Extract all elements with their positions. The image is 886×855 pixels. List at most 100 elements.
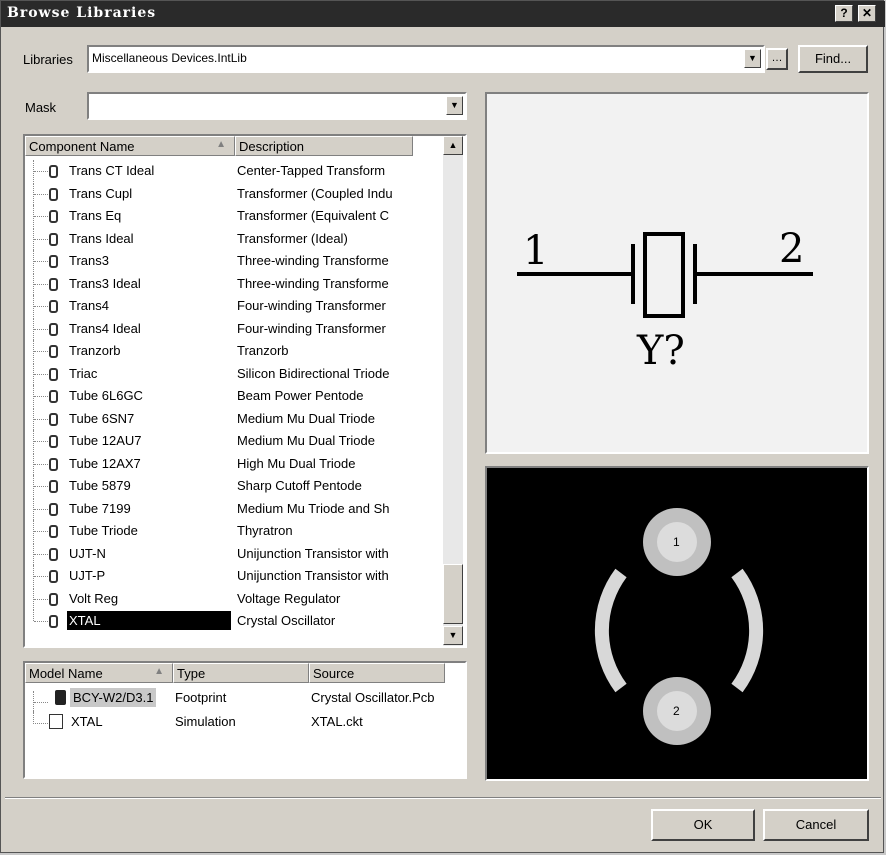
- chevron-down-icon[interactable]: ▼: [446, 96, 463, 115]
- component-name: Trans Ideal: [69, 230, 134, 246]
- component-icon: [49, 300, 58, 313]
- libraries-select[interactable]: Miscellaneous Devices.IntLib ▼: [87, 45, 765, 73]
- silkscreen-arc-left: [594, 568, 627, 693]
- scroll-down-button[interactable]: ▼: [443, 626, 463, 645]
- component-row[interactable]: Tube 5879 Sharp Cutoff Pentode: [25, 475, 445, 497]
- component-row[interactable]: XTAL Crystal Oscillator: [25, 610, 445, 632]
- component-icon: [49, 390, 58, 403]
- component-name: Trans Cupl: [69, 185, 133, 201]
- component-icon: [49, 480, 58, 493]
- column-header-type[interactable]: Type: [173, 663, 309, 683]
- component-icon: [49, 502, 58, 516]
- model-type: Footprint: [175, 690, 227, 705]
- footprint-graphic: 1 2: [594, 508, 764, 745]
- component-row[interactable]: Trans4 Ideal Four-winding Transformer: [25, 317, 445, 340]
- component-description: Transformer (Ideal): [237, 230, 348, 246]
- component-name: Tube 7199: [69, 500, 131, 516]
- component-icon: [49, 457, 58, 471]
- component-icon: [49, 345, 58, 358]
- component-row[interactable]: Trans3 Three-winding Transforme: [25, 250, 445, 272]
- silkscreen-arc-right: [731, 568, 764, 693]
- component-icon: [49, 525, 58, 538]
- component-row[interactable]: Tube Triode Thyratron: [25, 520, 445, 542]
- cancel-button[interactable]: Cancel: [763, 809, 869, 841]
- libraries-label: Libraries: [23, 52, 73, 67]
- crystal-symbol: 1 2 Y?: [517, 226, 813, 374]
- component-row[interactable]: Trans Cupl Transformer (Coupled Indu: [25, 182, 445, 205]
- component-description: Medium Mu Dual Triode: [237, 410, 375, 426]
- mask-input[interactable]: ▼: [87, 92, 467, 120]
- pad-1-number: 1: [673, 535, 680, 549]
- component-icon: [49, 547, 58, 561]
- component-row[interactable]: Trans3 Ideal Three-winding Transforme: [25, 272, 445, 295]
- column-header-description[interactable]: Description: [235, 136, 413, 156]
- component-list[interactable]: Component Name ▲ Description Trans CT Id…: [23, 134, 467, 648]
- model-source: Crystal Oscillator.Pcb: [311, 690, 435, 705]
- close-button[interactable]: ✕: [858, 5, 876, 22]
- component-row[interactable]: Tube 12AX7 High Mu Dual Triode: [25, 452, 445, 475]
- scroll-thumb[interactable]: [443, 564, 463, 624]
- component-description: Voltage Regulator: [237, 590, 341, 606]
- component-description: Three-winding Transforme: [237, 275, 389, 291]
- component-row[interactable]: UJT-N Unijunction Transistor with: [25, 542, 445, 565]
- component-description: Silicon Bidirectional Triode: [237, 365, 390, 381]
- component-name: Trans4 Ideal: [69, 320, 141, 336]
- component-row[interactable]: Tube 6L6GC Beam Power Pentode: [25, 385, 445, 407]
- model-row[interactable]: BCY-W2/D3.1 Footprint Crystal Oscillator…: [25, 687, 465, 713]
- schematic-preview: 1 2 Y?: [485, 92, 869, 454]
- component-name: Trans3 Ideal: [69, 275, 141, 291]
- ok-button[interactable]: OK: [651, 809, 755, 841]
- model-list[interactable]: Model Name ▲ Type Source BCY-W2/D3.1 Foo…: [23, 661, 467, 779]
- chevron-down-icon[interactable]: ▼: [744, 49, 761, 68]
- help-button[interactable]: ?: [835, 5, 853, 22]
- component-name: Tube Triode: [69, 523, 138, 538]
- component-name: UJT-P: [69, 568, 106, 583]
- component-icon: [49, 615, 58, 628]
- component-row[interactable]: Trans Eq Transformer (Equivalent C: [25, 205, 445, 227]
- component-rows: Trans CT Ideal Center-Tapped Transform Tra…: [25, 160, 445, 646]
- column-header-component-name[interactable]: Component Name ▲: [25, 136, 235, 156]
- crystal-body: [643, 232, 685, 318]
- separator: [5, 797, 881, 799]
- column-header-source[interactable]: Source: [309, 663, 445, 683]
- scroll-up-button[interactable]: ▲: [443, 136, 463, 155]
- component-row[interactable]: Tube 7199 Medium Mu Triode and Sh: [25, 497, 445, 520]
- component-row[interactable]: UJT-P Unijunction Transistor with: [25, 565, 445, 587]
- component-description: Sharp Cutoff Pentode: [237, 478, 362, 493]
- libraries-browse-button[interactable]: …: [766, 48, 788, 70]
- component-row[interactable]: Trans CT Ideal Center-Tapped Transform: [25, 160, 445, 182]
- model-source: XTAL.ckt: [311, 714, 363, 729]
- pad-2-number: 2: [673, 704, 680, 718]
- component-icon: [49, 277, 58, 291]
- component-row[interactable]: Tube 12AU7 Medium Mu Dual Triode: [25, 430, 445, 452]
- component-name: Trans Eq: [69, 208, 122, 223]
- simulation-icon: [49, 714, 63, 729]
- component-row[interactable]: Tranzorb Tranzorb: [25, 340, 445, 362]
- component-description: Beam Power Pentode: [237, 388, 364, 403]
- component-row[interactable]: Trans4 Four-winding Transformer: [25, 295, 445, 317]
- component-icon: [49, 322, 58, 336]
- component-name: Tube 5879: [69, 478, 131, 493]
- component-icon: [49, 232, 58, 246]
- component-row[interactable]: Volt Reg Voltage Regulator: [25, 587, 445, 610]
- component-row[interactable]: Trans Ideal Transformer (Ideal): [25, 227, 445, 250]
- component-description: High Mu Dual Triode: [237, 455, 356, 471]
- column-header-model-name[interactable]: Model Name ▲: [25, 663, 173, 683]
- component-icon: [49, 210, 58, 223]
- find-button[interactable]: Find...: [798, 45, 868, 73]
- component-icon: [49, 165, 58, 178]
- component-icon: [49, 187, 58, 201]
- component-name: Tube 6SN7: [69, 410, 135, 426]
- component-row[interactable]: Tube 6SN7 Medium Mu Dual Triode: [25, 407, 445, 430]
- component-row[interactable]: Triac Silicon Bidirectional Triode: [25, 362, 445, 385]
- component-description: Medium Mu Dual Triode: [237, 433, 375, 448]
- component-description: Four-winding Transformer: [237, 298, 386, 313]
- component-description: Three-winding Transforme: [237, 253, 389, 268]
- component-name: Trans3: [69, 253, 109, 268]
- model-row[interactable]: XTAL Simulation XTAL.ckt: [25, 711, 465, 733]
- component-icon: [49, 592, 58, 606]
- component-list-scrollbar[interactable]: ▲ ▼: [443, 136, 463, 646]
- component-icon: [49, 412, 58, 426]
- component-icon: [49, 435, 58, 448]
- component-name: Tube 6L6GC: [69, 388, 143, 403]
